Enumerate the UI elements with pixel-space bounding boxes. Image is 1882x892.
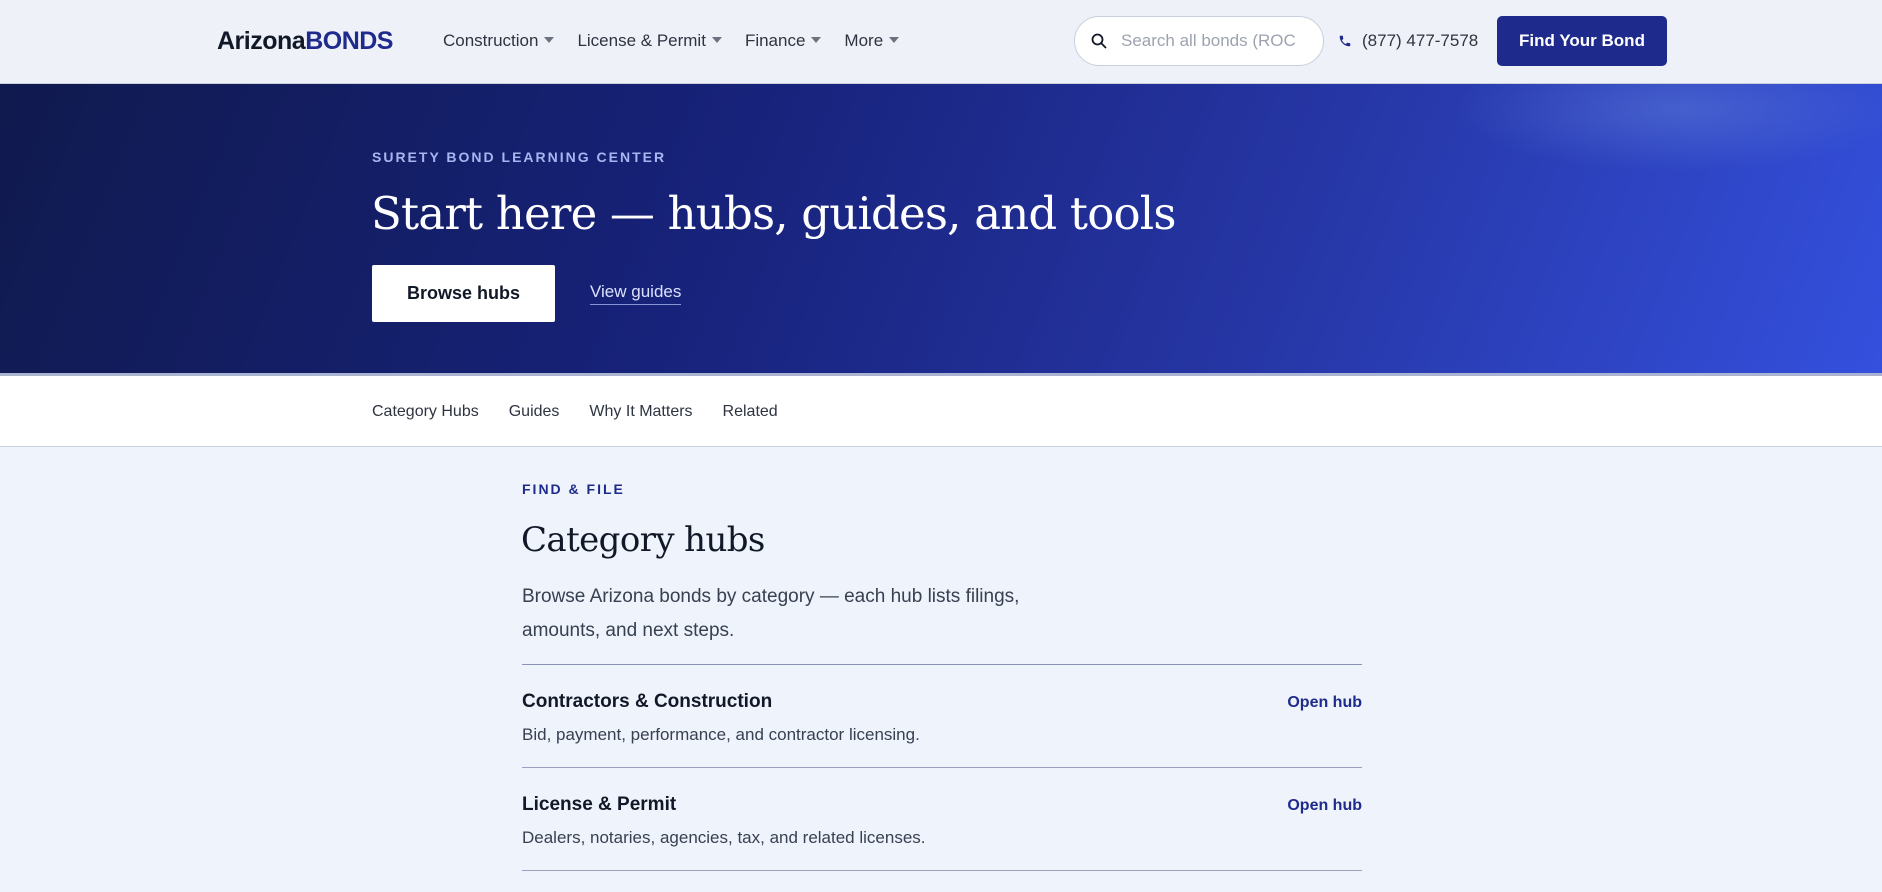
logo-text-bonds: BONDS xyxy=(305,27,393,55)
main-nav: Construction License & Permit Finance Mo… xyxy=(443,28,900,54)
site-logo[interactable]: ArizonaBONDS xyxy=(217,24,393,58)
phone-number: (877) 477-7578 xyxy=(1362,31,1479,50)
hub-list: Contractors & Construction Bid, payment,… xyxy=(522,664,1362,871)
hero-banner: SURETY BOND LEARNING CENTER Start here —… xyxy=(0,84,1882,376)
section-title: Category hubs xyxy=(521,520,765,560)
logo-text-arizona: Arizona xyxy=(217,27,306,55)
hub-title: Contractors & Construction xyxy=(522,691,773,712)
open-hub-link[interactable]: Open hub xyxy=(1287,797,1362,815)
chevron-down-icon xyxy=(811,37,822,43)
phone-icon xyxy=(1339,35,1351,47)
find-your-bond-button[interactable]: Find Your Bond xyxy=(1497,16,1667,66)
browse-hubs-button[interactable]: Browse hubs xyxy=(372,265,555,322)
section-description: Browse Arizona bonds by category — each … xyxy=(522,586,1020,641)
nav-more-label: More xyxy=(844,31,884,50)
chevron-down-icon xyxy=(544,37,555,43)
section-nav: Category Hubs Guides Why It Matters Rela… xyxy=(0,376,1882,447)
nav-license-permit[interactable]: License & Permit xyxy=(577,28,722,54)
open-hub-link[interactable]: Open hub xyxy=(1287,694,1362,712)
hub-title: License & Permit xyxy=(522,794,677,815)
search-icon xyxy=(1091,33,1107,49)
nav-license-permit-label: License & Permit xyxy=(577,31,706,50)
view-guides-link[interactable]: View guides xyxy=(590,282,682,305)
hub-row-contractors: Contractors & Construction Bid, payment,… xyxy=(522,665,1362,768)
section-nav-category-hubs[interactable]: Category Hubs xyxy=(372,402,479,422)
hub-description: Dealers, notaries, agencies, tax, and re… xyxy=(522,828,926,847)
section-nav-guides[interactable]: Guides xyxy=(509,402,560,422)
chevron-down-icon xyxy=(711,37,722,43)
hero-eyebrow: SURETY BOND LEARNING CENTER xyxy=(372,149,667,165)
hub-row-license-permit: License & Permit Dealers, notaries, agen… xyxy=(522,768,1362,871)
site-header: ArizonaBONDS Construction License & Perm… xyxy=(0,0,1882,84)
section-nav-related[interactable]: Related xyxy=(723,402,778,422)
section-eyebrow: FIND & FILE xyxy=(522,481,625,497)
hero-title: Start here — hubs, guides, and tools xyxy=(371,187,1176,240)
nav-more[interactable]: More xyxy=(844,28,900,54)
search-box xyxy=(1074,16,1324,66)
nav-finance[interactable]: Finance xyxy=(744,28,822,54)
phone-link[interactable]: (877) 477-7578 xyxy=(1338,28,1478,54)
nav-finance-label: Finance xyxy=(744,31,806,50)
chevron-down-icon xyxy=(889,37,900,43)
nav-construction[interactable]: Construction xyxy=(443,28,555,54)
nav-construction-label: Construction xyxy=(443,31,539,50)
search-input[interactable] xyxy=(1121,31,1296,51)
section-nav-why-it-matters[interactable]: Why It Matters xyxy=(589,402,692,422)
hub-description: Bid, payment, performance, and contracto… xyxy=(522,725,920,744)
